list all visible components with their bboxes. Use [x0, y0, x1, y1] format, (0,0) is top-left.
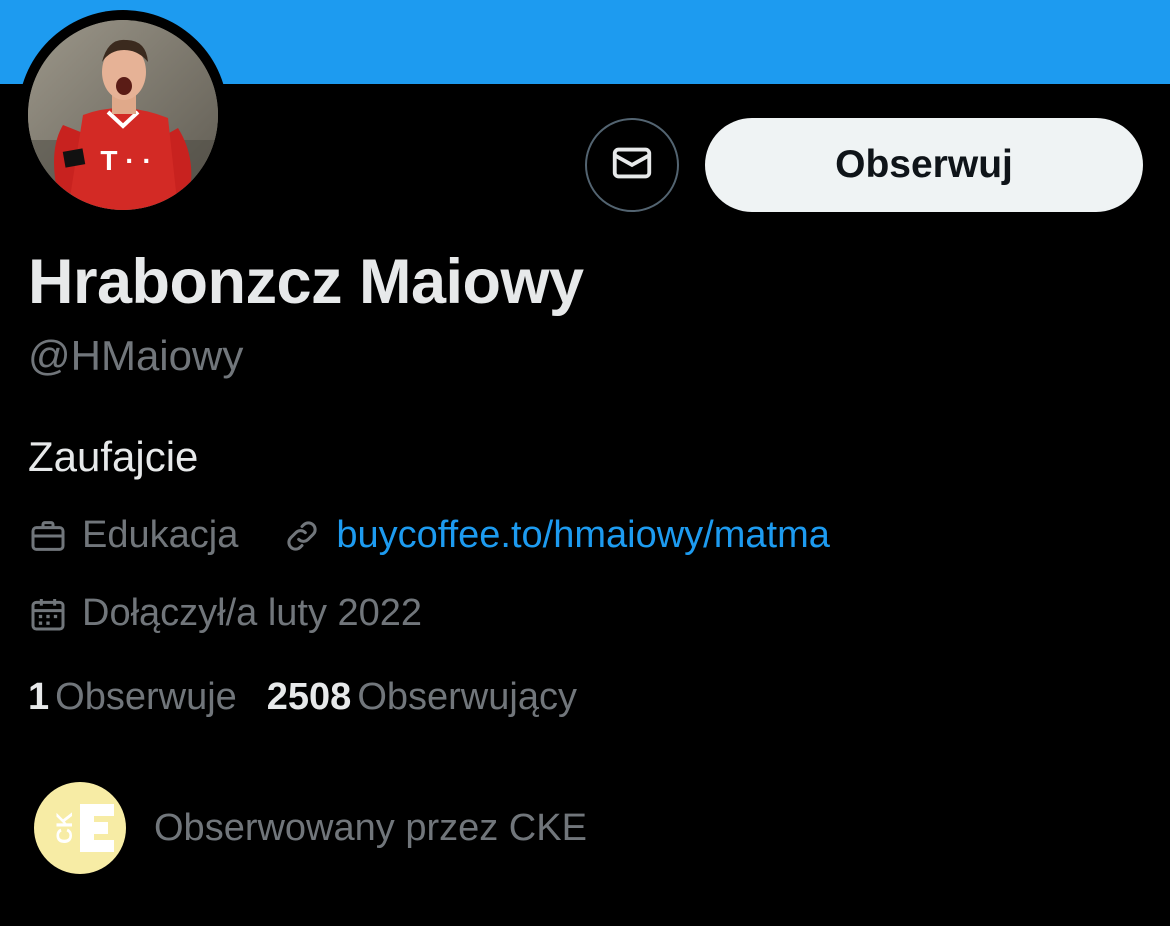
- calendar-icon: [28, 594, 68, 634]
- following-count: 1: [28, 676, 50, 718]
- profile-photo: T · ·: [28, 20, 218, 210]
- profile-meta-row: Edukacja buycoffee.to/hmaiowy/matma: [28, 514, 830, 557]
- website-item[interactable]: buycoffee.to/hmaiowy/matma: [282, 514, 830, 557]
- mail-envelope-icon: [609, 140, 655, 191]
- avatar[interactable]: T · ·: [28, 20, 218, 210]
- following-stat[interactable]: 1 Obserwuje: [28, 676, 237, 719]
- category-item: Edukacja: [28, 514, 238, 557]
- following-label: Obserwuje: [55, 676, 237, 718]
- cke-logo-icon: CK: [34, 782, 126, 874]
- link-icon: [282, 516, 322, 556]
- follow-button[interactable]: Obserwuj: [705, 118, 1143, 212]
- website-link[interactable]: buycoffee.to/hmaiowy/matma: [336, 514, 830, 557]
- display-name: Hrabonzcz Maiowy: [28, 247, 584, 317]
- followed-by-text: Obserwowany przez CKE: [154, 806, 587, 849]
- user-handle: @HMaiowy: [28, 332, 244, 379]
- bio: Zaufajcie: [28, 433, 199, 480]
- follow-stats: 1 Obserwuje 2508 Obserwujący: [28, 676, 577, 719]
- followers-stat[interactable]: 2508 Obserwujący: [267, 676, 577, 719]
- join-date-label: Dołączył/a luty 2022: [82, 592, 423, 634]
- followers-label: Obserwujący: [357, 676, 577, 718]
- followers-count: 2508: [266, 676, 352, 718]
- followed-by-row[interactable]: CK Obserwowany przez CKE: [34, 782, 587, 874]
- message-button[interactable]: [585, 118, 679, 212]
- join-date-row: Dołączył/a luty 2022: [28, 592, 422, 635]
- category-label: Edukacja: [82, 514, 239, 556]
- svg-text:CK: CK: [52, 812, 77, 844]
- svg-text:T · ·: T · ·: [100, 145, 151, 176]
- briefcase-icon: [28, 516, 68, 556]
